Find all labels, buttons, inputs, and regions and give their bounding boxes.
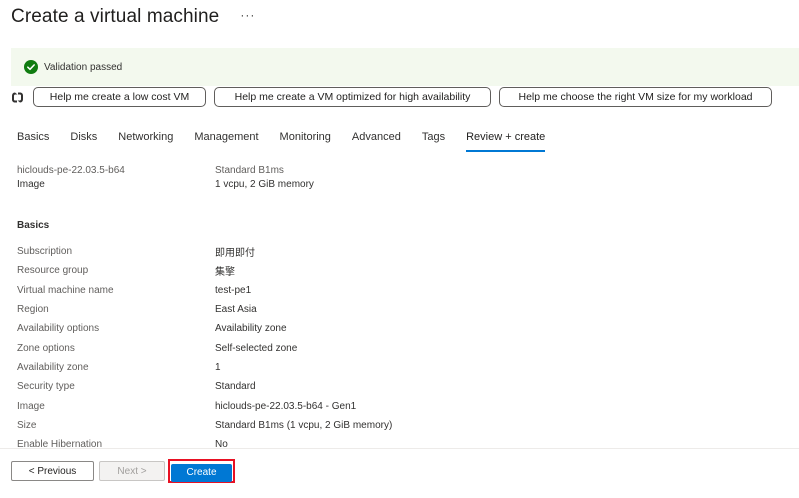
detail-value: 即用即付 xyxy=(215,248,255,260)
basics-details-list: Subscription 即用即付 Resource group 集擎 Virt… xyxy=(17,242,617,454)
detail-label: Region xyxy=(17,304,49,316)
detail-value: hiclouds-pe-22.03.5-b64 - Gen1 xyxy=(215,400,357,412)
detail-row-availability-options: Availability options Availability zone xyxy=(17,319,617,338)
suggestion-high-availability-button[interactable]: Help me create a VM optimized for high a… xyxy=(214,87,491,107)
detail-value: test-pe1 xyxy=(215,284,252,296)
detail-label: Subscription xyxy=(17,246,73,258)
suggestion-vm-size-button[interactable]: Help me choose the right VM size for my … xyxy=(499,87,772,107)
detail-value: Standard B1ms (1 vcpu, 2 GiB memory) xyxy=(215,419,393,431)
detail-row-image: Image hiclouds-pe-22.03.5-b64 - Gen1 xyxy=(17,396,617,415)
check-circle-icon xyxy=(24,60,38,74)
validation-status-text: Validation passed xyxy=(44,61,123,73)
copilot-icon xyxy=(11,91,24,104)
detail-label: Availability options xyxy=(17,323,100,335)
more-options-button[interactable]: ··· xyxy=(240,8,255,26)
detail-label: Resource group xyxy=(17,265,89,277)
tab-management[interactable]: Management xyxy=(194,127,258,152)
tab-tags[interactable]: Tags xyxy=(422,127,445,152)
detail-row-security-type: Security type Standard xyxy=(17,377,617,396)
footer-divider xyxy=(0,448,799,449)
tab-review-create[interactable]: Review + create xyxy=(466,127,546,152)
tab-monitoring[interactable]: Monitoring xyxy=(280,127,331,152)
suggestion-low-cost-vm-button[interactable]: Help me create a low cost VM xyxy=(33,87,206,107)
detail-label: Zone options xyxy=(17,342,75,354)
detail-row-vm-name: Virtual machine name test-pe1 xyxy=(17,281,617,300)
detail-value: Standard xyxy=(215,381,256,393)
detail-label: Size xyxy=(17,419,37,431)
detail-value: 集擎 xyxy=(215,267,235,279)
detail-row-zone-options: Zone options Self-selected zone xyxy=(17,338,617,357)
basics-section-heading: Basics xyxy=(17,220,50,231)
tab-basics[interactable]: Basics xyxy=(17,127,49,152)
detail-row-region: Region East Asia xyxy=(17,300,617,319)
summary-image-name: hiclouds-pe-22.03.5-b64 xyxy=(17,165,125,176)
copilot-suggestions: Help me create a low cost VM Help me cre… xyxy=(11,87,780,107)
tab-networking[interactable]: Networking xyxy=(118,127,173,152)
detail-label: Image xyxy=(17,400,45,412)
detail-row-resource-group: Resource group 集擎 xyxy=(17,261,617,280)
wizard-footer: < Previous Next > Create xyxy=(11,459,235,483)
create-button[interactable]: Create xyxy=(171,463,232,482)
tab-disks[interactable]: Disks xyxy=(70,127,97,152)
detail-row-subscription: Subscription 即用即付 xyxy=(17,242,617,261)
summary-size-name: Standard B1ms xyxy=(215,165,284,176)
tab-advanced[interactable]: Advanced xyxy=(352,127,401,152)
detail-label: Virtual machine name xyxy=(17,284,114,296)
validation-banner: Validation passed xyxy=(11,48,799,86)
wizard-tabs: Basics Disks Networking Management Monit… xyxy=(17,127,566,152)
title-row: Create a virtual machine ··· xyxy=(11,4,255,30)
next-button[interactable]: Next > xyxy=(99,461,165,481)
summary-image-label: Image xyxy=(17,179,45,190)
previous-button[interactable]: < Previous xyxy=(11,461,94,481)
detail-value: 1 xyxy=(215,361,221,373)
detail-value: Self-selected zone xyxy=(215,342,298,354)
detail-row-hibernation: Enable Hibernation No xyxy=(17,435,617,454)
detail-label: Availability zone xyxy=(17,361,89,373)
detail-label: Security type xyxy=(17,381,75,393)
detail-row-size: Size Standard B1ms (1 vcpu, 2 GiB memory… xyxy=(17,416,617,435)
detail-value: East Asia xyxy=(215,304,257,316)
page-title: Create a virtual machine xyxy=(11,6,220,27)
detail-row-availability-zone: Availability zone 1 xyxy=(17,358,617,377)
create-button-highlight: Create xyxy=(168,459,235,483)
summary-size-detail: 1 vcpu, 2 GiB memory xyxy=(215,179,314,190)
detail-value: Availability zone xyxy=(215,323,287,335)
